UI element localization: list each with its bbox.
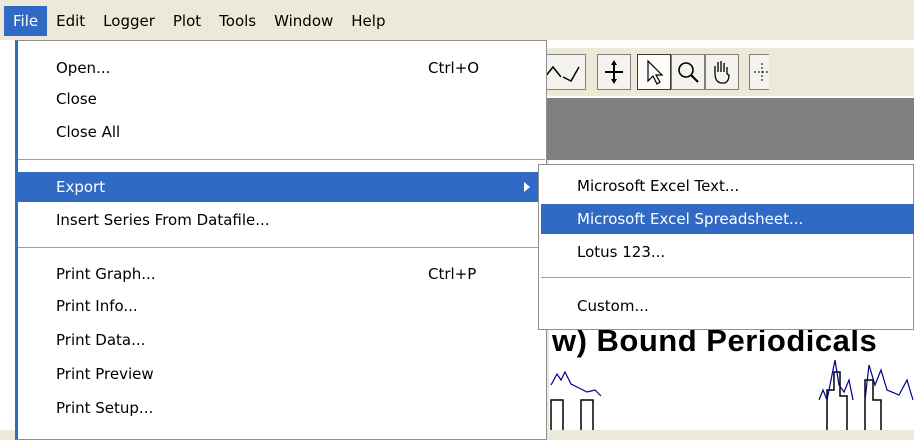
- menu-item-label: Print Graph...: [56, 265, 156, 283]
- menu-item-print-info[interactable]: Print Info...: [18, 291, 545, 321]
- menu-item-close[interactable]: Close: [18, 84, 545, 114]
- menu-tools[interactable]: Tools: [210, 6, 265, 36]
- select-tool-button[interactable]: [637, 54, 671, 90]
- menu-separator: [541, 277, 911, 278]
- menu-item-label: Print Preview: [56, 365, 154, 383]
- menu-bar: File Edit Logger Plot Tools Window Help: [0, 0, 914, 40]
- menu-item-close-all[interactable]: Close All: [18, 117, 545, 147]
- plot-canvas: [550, 360, 914, 430]
- submenu-item-custom[interactable]: Custom...: [541, 291, 914, 321]
- submenu-item-excel-text[interactable]: Microsoft Excel Text...: [541, 171, 914, 201]
- menu-item-label: Close All: [56, 123, 121, 141]
- menu-item-print-setup[interactable]: Print Setup...: [18, 393, 545, 423]
- menu-item-label: Close: [56, 90, 97, 108]
- menu-item-shortcut: Ctrl+O: [428, 59, 480, 77]
- menu-item-print-graph[interactable]: Print Graph... Ctrl+P: [18, 259, 545, 289]
- cursor-tool-button[interactable]: [749, 54, 769, 90]
- cursor-tool-icon: [754, 63, 768, 81]
- pan-hand-icon: [714, 61, 730, 84]
- menu-item-label: Print Setup...: [56, 399, 154, 417]
- menu-item-label: Custom...: [577, 297, 649, 315]
- menu-window[interactable]: Window: [265, 6, 342, 36]
- menu-item-shortcut: Ctrl+P: [428, 265, 477, 283]
- pointer-icon: [647, 59, 664, 85]
- menu-item-label: Microsoft Excel Spreadsheet...: [577, 210, 804, 228]
- export-submenu: Microsoft Excel Text... Microsoft Excel …: [538, 164, 914, 330]
- file-menu: Open... Ctrl+O Close Close All Export In…: [15, 40, 547, 440]
- menu-item-insert-series[interactable]: Insert Series From Datafile...: [18, 205, 545, 235]
- submenu-arrow-icon: [524, 182, 530, 192]
- menu-item-open[interactable]: Open... Ctrl+O: [18, 53, 545, 83]
- menu-plot[interactable]: Plot: [164, 6, 210, 36]
- menu-item-export[interactable]: Export: [18, 172, 545, 202]
- zoom-tool-button[interactable]: [671, 54, 705, 90]
- menu-separator: [18, 247, 545, 248]
- crosshair-icon: [605, 60, 623, 84]
- menu-separator: [18, 159, 545, 160]
- plot-toolbar: [540, 48, 914, 96]
- menu-item-label: Lotus 123...: [577, 243, 666, 261]
- pan-tool-button[interactable]: [705, 54, 739, 90]
- submenu-item-lotus-123[interactable]: Lotus 123...: [541, 237, 914, 267]
- submenu-item-excel-spreadsheet[interactable]: Microsoft Excel Spreadsheet...: [541, 204, 914, 234]
- menu-item-label: Print Info...: [56, 297, 138, 315]
- zoom-icon: [678, 62, 699, 83]
- menu-item-label: Microsoft Excel Text...: [577, 177, 740, 195]
- menu-item-label: Open...: [56, 59, 111, 77]
- menu-logger[interactable]: Logger: [94, 6, 164, 36]
- menu-file[interactable]: File: [4, 6, 48, 36]
- menu-item-print-data[interactable]: Print Data...: [18, 325, 545, 355]
- menu-item-print-preview[interactable]: Print Preview: [18, 359, 545, 389]
- plot-header-bar: [540, 98, 914, 160]
- curve-down-icon: [544, 65, 580, 82]
- menu-edit[interactable]: Edit: [47, 6, 94, 36]
- menu-item-label: Insert Series From Datafile...: [56, 211, 270, 229]
- menu-item-label: Export: [56, 178, 106, 196]
- menu-item-label: Print Data...: [56, 331, 146, 349]
- move-tool-button[interactable]: [597, 54, 631, 90]
- menu-help[interactable]: Help: [342, 6, 394, 36]
